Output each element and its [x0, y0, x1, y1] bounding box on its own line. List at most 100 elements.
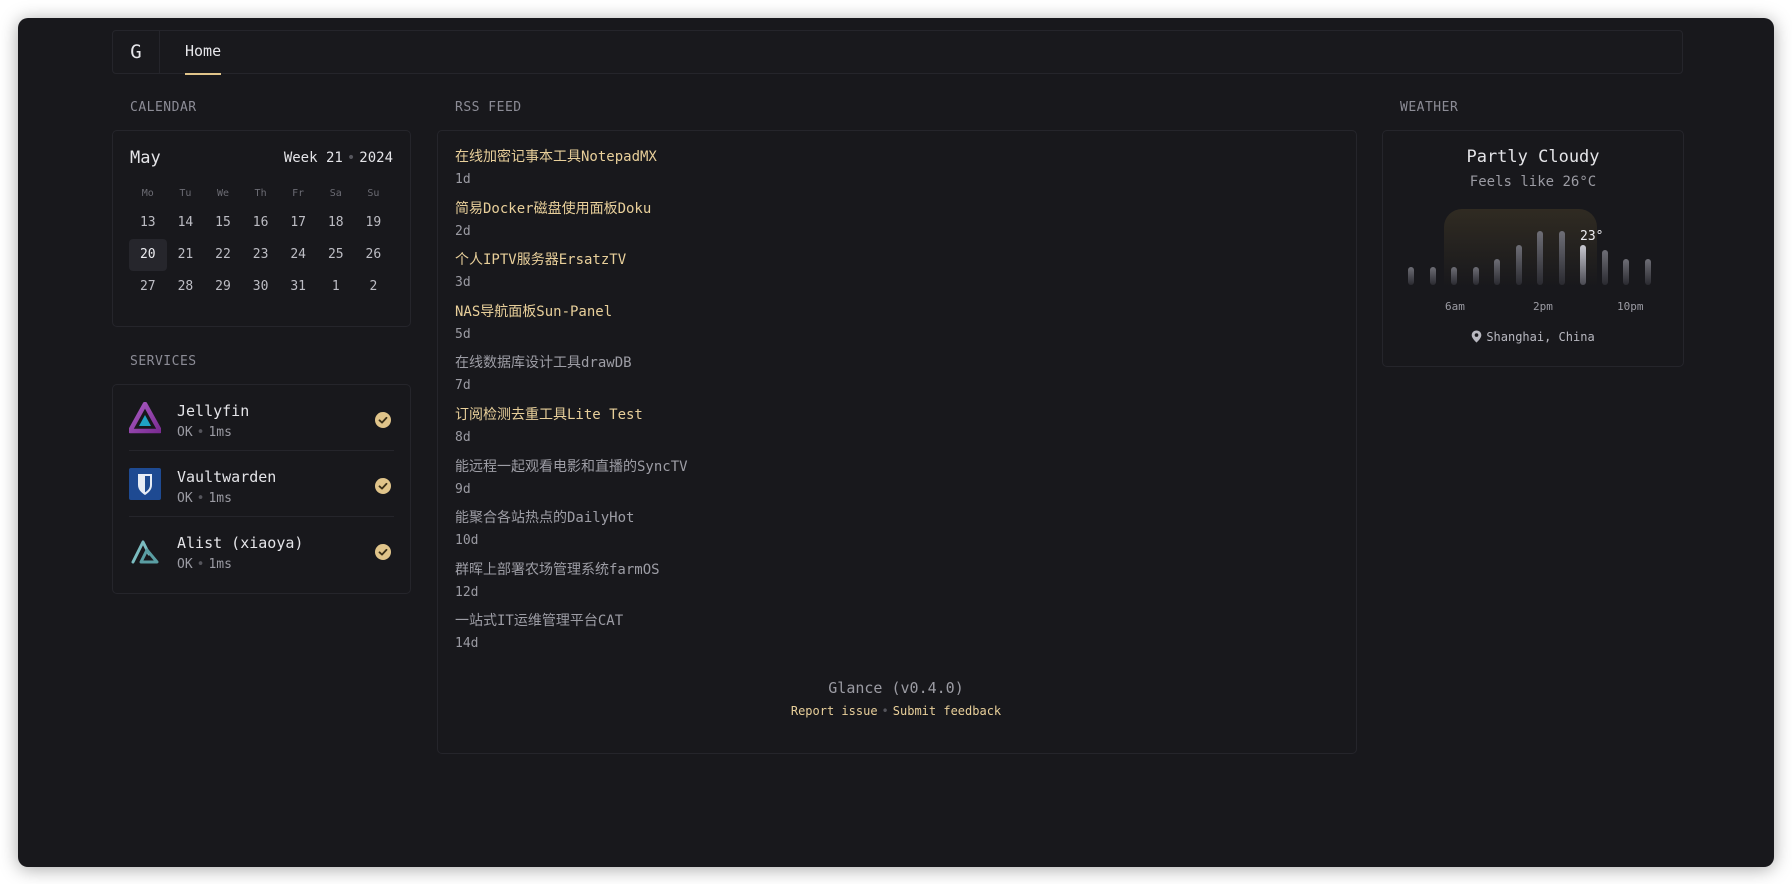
weather-widget: Partly Cloudy Feels like 26°C 23° 6am 2p…	[1382, 130, 1684, 367]
weekday-label: Fr	[292, 188, 305, 199]
rss-item[interactable]: 能远程一起观看电影和直播的SyncTV 9d	[455, 456, 688, 497]
service-jellyfin[interactable]: Jellyfin OK • 1ms	[113, 385, 410, 451]
calendar-week-year: Week 21 • 2024	[283, 150, 393, 166]
weekday-label: Sa	[329, 188, 342, 199]
rss-item-age: 9d	[455, 481, 471, 497]
rss-item[interactable]: 群晖上部署农场管理系统farmOS 12d	[455, 559, 660, 600]
calendar-day: 21	[177, 247, 194, 262]
rss-item-title[interactable]: 在线加密记事本工具NotepadMX	[455, 146, 657, 166]
calendar-day: 30	[252, 279, 269, 294]
weekday-label: Tu	[179, 188, 192, 199]
rss-item-age: 5d	[455, 326, 471, 342]
logo[interactable]: G	[113, 31, 160, 73]
hour-label: 10pm	[1617, 300, 1644, 313]
calendar-day: 13	[139, 215, 156, 230]
rss-item-age: 12d	[455, 584, 479, 600]
hour-bar	[1558, 231, 1565, 285]
rss-item-title[interactable]: 能聚合各站热点的DailyHot	[455, 507, 634, 527]
calendar-day: 26	[365, 247, 382, 262]
calendar-day: 19	[365, 215, 382, 230]
rss-item[interactable]: 能聚合各站热点的DailyHot 10d	[455, 507, 634, 548]
hour-label: 6am	[1445, 300, 1465, 313]
hour-bar	[1429, 267, 1436, 285]
hour-bar	[1515, 245, 1522, 285]
service-name: Jellyfin	[177, 402, 250, 420]
rss-item-title[interactable]: 群晖上部署农场管理系统farmOS	[455, 559, 660, 579]
weekday-label: Su	[367, 188, 380, 199]
alist-icon	[131, 540, 159, 564]
rss-item-age: 3d	[455, 275, 471, 291]
weather-location: Shanghai, China	[1383, 330, 1683, 344]
calendar-month: May	[130, 148, 161, 168]
services-title: SERVICES	[130, 354, 197, 369]
rss-item[interactable]: 个人IPTV服务器ErsatzTV 3d	[455, 249, 626, 290]
calendar-title: CALENDAR	[130, 100, 197, 115]
vaultwarden-icon	[129, 468, 161, 500]
rss-item-age: 8d	[455, 430, 471, 445]
services-widget: Jellyfin OK • 1ms Vaultwarden OK • 1ms Alist…	[112, 384, 411, 594]
service-alist[interactable]: Alist (xiaoya) OK • 1ms	[113, 517, 410, 583]
rss-item[interactable]: 在线数据库设计工具drawDB 7d	[455, 352, 632, 393]
rss-item-age: 2d	[455, 223, 471, 239]
footer-app-name: Glance	[828, 679, 883, 697]
nav-home-link[interactable]: Home	[185, 31, 222, 75]
calendar-day: 31	[290, 279, 306, 294]
hour-bar	[1601, 250, 1608, 285]
calendar-day: 27	[139, 279, 156, 294]
calendar-day: 23	[252, 247, 269, 262]
hour-bar	[1494, 259, 1500, 285]
calendar-day: 28	[177, 279, 194, 294]
jellyfin-icon	[129, 402, 161, 434]
weekday-label: We	[216, 188, 229, 199]
footer-app-version: Glance (v0.4.0)	[18, 679, 1774, 697]
location-text: Shanghai, China	[1486, 330, 1595, 344]
status-ok-icon	[375, 478, 391, 494]
rss-item[interactable]: 订阅检测去重工具Lite Test 8d	[455, 404, 643, 445]
rss-item-title[interactable]: 个人IPTV服务器ErsatzTV	[455, 249, 626, 269]
calendar-day-today: 20	[129, 239, 167, 271]
footer-links: Report issue • Submit feedback	[790, 704, 1002, 718]
rss-item-title[interactable]: 订阅检测去重工具Lite Test	[455, 404, 643, 424]
rss-item-title[interactable]: NAS导航面板Sun-Panel	[455, 301, 612, 321]
calendar-day: 25	[327, 247, 344, 262]
hour-bar	[1472, 267, 1479, 285]
calendar-widget: May Week 21 • 2024 Mo Tu We Th Fr Sa Su 13 14 15 16 1…	[112, 130, 411, 327]
rss-item-title[interactable]: 简易Docker磁盘使用面板Doku	[455, 198, 651, 218]
rss-item[interactable]: 一站式IT运维管理平台CAT 14d	[455, 610, 623, 651]
service-status: OK • 1ms	[177, 425, 232, 440]
weather-feels-like: Feels like 26°C	[1469, 174, 1597, 190]
browser-window: G Home CALENDAR May Week 21 • 2024 Mo Tu We T…	[18, 18, 1774, 867]
calendar-grid: Mo Tu We Th Fr Sa Su 13 14 15 16 17 18 19 20 21 22 23 24 25…	[129, 181, 391, 303]
rss-item[interactable]: NAS导航面板Sun-Panel 5d	[455, 301, 612, 342]
rss-item-title[interactable]: 能远程一起观看电影和直播的SyncTV	[455, 456, 688, 476]
hour-bar	[1623, 259, 1629, 285]
rss-item[interactable]: 简易Docker磁盘使用面板Doku 2d	[455, 198, 651, 239]
rss-item-title[interactable]: 在线数据库设计工具drawDB	[455, 352, 632, 372]
weather-condition: Partly Cloudy	[1466, 147, 1600, 167]
hour-bar	[1451, 267, 1457, 285]
service-status: OK • 1ms	[177, 491, 232, 506]
hour-bar	[1537, 231, 1543, 285]
current-temperature: 23°	[1580, 229, 1604, 244]
hour-bar-current	[1580, 245, 1586, 285]
calendar-year: 2024	[359, 150, 393, 166]
location-pin-icon	[1472, 330, 1482, 343]
report-issue-link[interactable]: Report issue	[791, 704, 878, 718]
calendar-day: 17	[290, 215, 306, 230]
rss-item-age: 14d	[455, 636, 479, 652]
rss-title: RSS FEED	[455, 100, 522, 115]
service-vaultwarden[interactable]: Vaultwarden OK • 1ms	[113, 451, 410, 517]
weekday-label: Mo	[141, 188, 154, 199]
rss-feed-widget: 在线加密记事本工具NotepadMX 1d 简易Docker磁盘使用面板Doku 2d…	[437, 130, 1357, 754]
rss-item-title[interactable]: 一站式IT运维管理平台CAT	[455, 610, 623, 630]
rss-item[interactable]: 在线加密记事本工具NotepadMX 1d	[455, 146, 657, 187]
hour-bar	[1644, 259, 1651, 285]
submit-feedback-link[interactable]: Submit feedback	[893, 704, 1001, 718]
service-status: OK • 1ms	[177, 557, 232, 572]
calendar-day: 22	[215, 247, 231, 262]
calendar-day: 16	[252, 215, 269, 230]
status-ok-icon	[375, 412, 391, 428]
top-navigation: G Home	[112, 30, 1683, 75]
rss-item-age: 10d	[455, 533, 479, 549]
calendar-day: 18	[327, 215, 344, 230]
